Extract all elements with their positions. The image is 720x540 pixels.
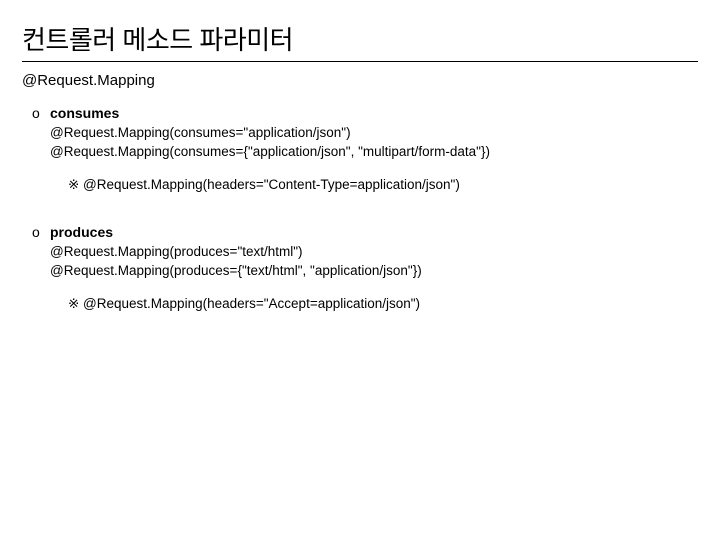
bullet-marker: o — [32, 103, 50, 123]
section-consumes: o consumes @Request.Mapping(consumes="ap… — [32, 103, 698, 194]
bullet-row: o produces — [32, 222, 698, 242]
page-title: 컨트롤러 메소드 파라미터 — [22, 20, 698, 62]
slide: 컨트롤러 메소드 파라미터 @Request.Mapping o consume… — [0, 0, 720, 540]
code-lines: @Request.Mapping(produces="text/html") @… — [50, 242, 698, 280]
note-block: ※ @Request.Mapping(headers="Content-Type… — [68, 175, 698, 194]
note-line: ※ @Request.Mapping(headers="Content-Type… — [68, 175, 698, 194]
note-line: ※ @Request.Mapping(headers="Accept=appli… — [68, 294, 698, 313]
code-line: @Request.Mapping(produces={"text/html", … — [50, 261, 698, 280]
code-line: @Request.Mapping(consumes="application/j… — [50, 123, 698, 142]
bullet-marker: o — [32, 222, 50, 242]
section-produces: o produces @Request.Mapping(produces="te… — [32, 222, 698, 313]
code-lines: @Request.Mapping(consumes="application/j… — [50, 123, 698, 161]
note-block: ※ @Request.Mapping(headers="Accept=appli… — [68, 294, 698, 313]
section-heading: consumes — [50, 103, 119, 123]
code-line: @Request.Mapping(consumes={"application/… — [50, 142, 698, 161]
code-line: @Request.Mapping(produces="text/html") — [50, 242, 698, 261]
section-heading: produces — [50, 222, 113, 242]
subtitle: @Request.Mapping — [22, 72, 698, 89]
bullet-row: o consumes — [32, 103, 698, 123]
